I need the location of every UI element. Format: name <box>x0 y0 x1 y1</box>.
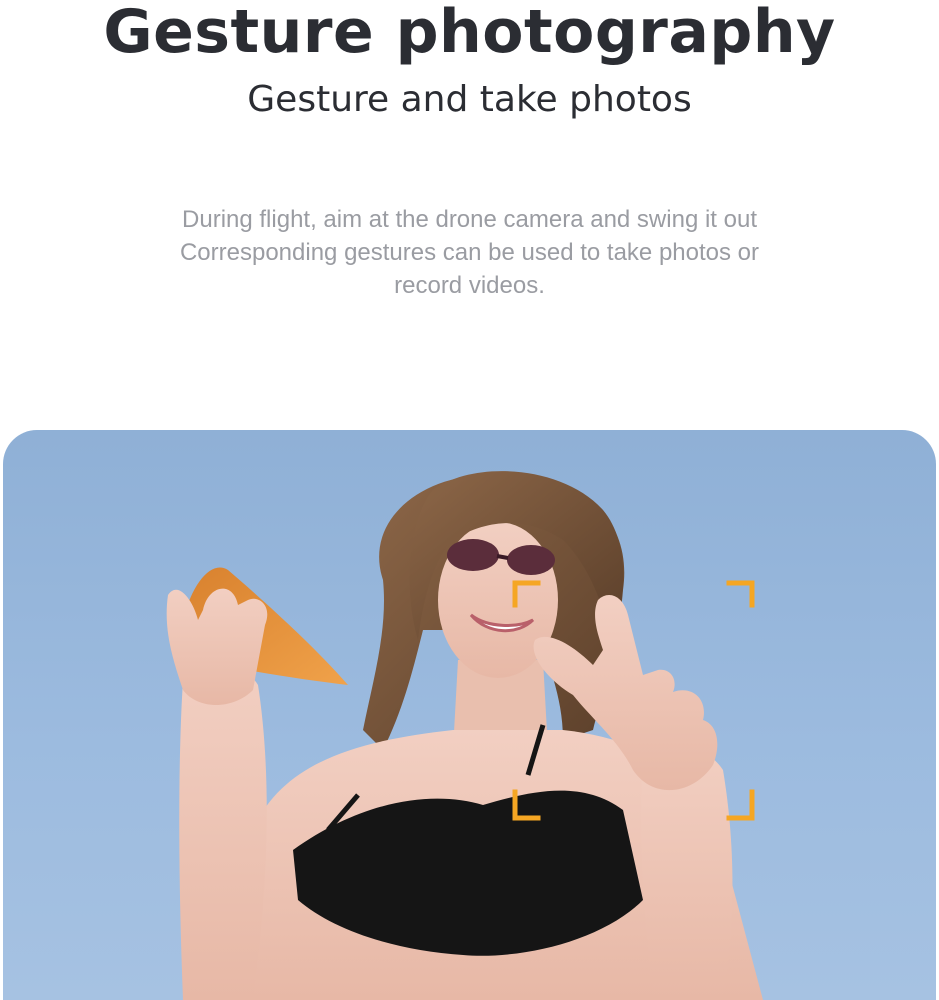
page-subtitle: Gesture and take photos <box>247 79 692 120</box>
feature-description: During flight, aim at the drone camera a… <box>179 206 760 299</box>
page-title: Gesture photography <box>103 0 836 67</box>
focus-corner-top-right <box>726 580 755 608</box>
left-hand <box>166 588 268 705</box>
focus-corner-bottom-right <box>726 789 755 821</box>
left-arm <box>179 665 267 1000</box>
gesture-photo <box>3 430 936 1000</box>
